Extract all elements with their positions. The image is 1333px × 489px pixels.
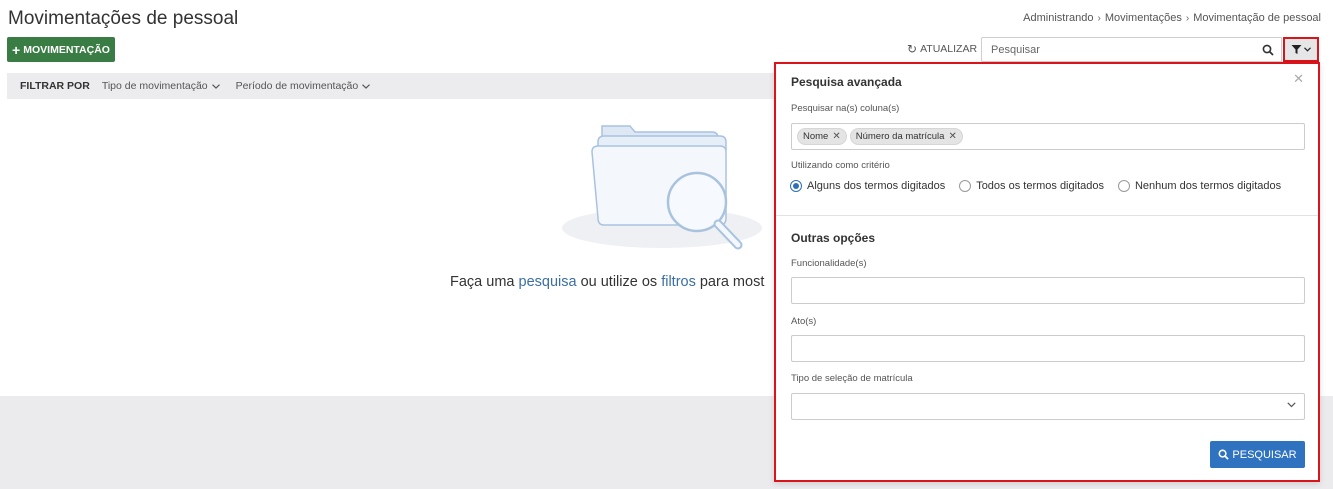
- remove-tag-icon[interactable]: ✕: [948, 131, 956, 142]
- movement-type-dropdown[interactable]: Tipo de movimentação: [102, 80, 220, 92]
- movement-type-label: Tipo de movimentação: [101, 80, 208, 92]
- criteria-option-label: Todos os termos digitados: [976, 180, 1104, 192]
- chevron-down-icon: [362, 83, 371, 89]
- breadcrumb-item-current: Movimentação de pessoal: [1193, 12, 1321, 24]
- submit-search-button[interactable]: PESQUISAR: [1210, 441, 1305, 468]
- page-title: Movimentações de pessoal: [8, 8, 239, 29]
- radio-unselected[interactable]: [1117, 180, 1130, 192]
- chevron-down-icon: [1287, 402, 1296, 408]
- remove-tag-icon[interactable]: ✕: [832, 131, 840, 142]
- registration-type-select[interactable]: [791, 393, 1305, 420]
- advanced-filter-toggle[interactable]: [1283, 37, 1319, 62]
- functionality-label: Funcionalidade(s): [791, 258, 867, 269]
- radio-unselected[interactable]: [959, 180, 972, 192]
- close-icon[interactable]: ✕: [1293, 71, 1304, 87]
- empty-text-middle: ou utilize os: [576, 274, 662, 290]
- empty-folder-illustration: [562, 125, 762, 250]
- act-label: Ato(s): [791, 316, 817, 327]
- filter-icon: [1291, 45, 1302, 54]
- column-tag-label: Número da matrícula: [855, 131, 945, 142]
- plus-icon: +: [12, 41, 21, 58]
- refresh-label: ATUALIZAR: [920, 43, 978, 55]
- empty-state-message: Faça uma pesquisa ou utilize os filtros …: [450, 274, 764, 290]
- criteria-option-none[interactable]: Nenhum dos termos digitados: [1117, 180, 1282, 192]
- criteria-option-some[interactable]: Alguns dos termos digitados: [790, 180, 945, 192]
- section-divider: [776, 215, 1318, 216]
- search-link[interactable]: pesquisa: [519, 274, 577, 290]
- movement-period-label: Período de movimentação: [235, 80, 359, 92]
- page: Movimentações de pessoal Administrando ›…: [0, 0, 1333, 489]
- criteria-option-label: Nenhum dos termos digitados: [1134, 180, 1282, 192]
- empty-text-before: Faça uma: [450, 274, 519, 290]
- criteria-radio-group: Alguns dos termos digitados Todos os ter…: [790, 180, 1281, 192]
- columns-tag-input[interactable]: Nome ✕ Número da matrícula ✕: [791, 123, 1305, 150]
- movement-period-dropdown[interactable]: Período de movimentação: [236, 80, 371, 92]
- search-icon: [1262, 44, 1274, 56]
- radio-selected[interactable]: [790, 180, 802, 192]
- criteria-option-label: Alguns dos termos digitados: [807, 180, 946, 192]
- filters-link[interactable]: filtros: [661, 274, 696, 290]
- chevron-right-icon: ›: [1185, 12, 1190, 24]
- other-options-title: Outras opções: [791, 231, 876, 245]
- chevron-right-icon: ›: [1097, 12, 1101, 24]
- empty-text-after: para most: [695, 274, 765, 290]
- column-tag-nome: Nome ✕: [797, 128, 847, 145]
- search-icon: [1218, 449, 1230, 460]
- functionality-input[interactable]: [791, 277, 1305, 304]
- filter-bar-label: FILTRAR POR: [20, 80, 90, 92]
- column-tag-matricula: Número da matrícula ✕: [849, 128, 963, 145]
- columns-label: Pesquisar na(s) coluna(s): [791, 103, 900, 114]
- new-movement-label: MOVIMENTAÇÃO: [23, 43, 110, 56]
- refresh-icon: ↻: [907, 42, 918, 56]
- new-movement-button[interactable]: + MOVIMENTAÇÃO: [7, 37, 115, 62]
- criteria-label: Utilizando como critério: [791, 160, 890, 171]
- registration-type-label: Tipo de seleção de matrícula: [791, 373, 913, 384]
- chevron-down-icon: [211, 83, 220, 89]
- refresh-button[interactable]: ↻ ATUALIZAR: [907, 42, 977, 56]
- criteria-option-all[interactable]: Todos os termos digitados: [959, 180, 1104, 192]
- breadcrumb: Administrando › Movimentações › Moviment…: [1023, 12, 1321, 24]
- breadcrumb-item-administrando[interactable]: Administrando: [1023, 12, 1093, 24]
- advanced-search-title: Pesquisa avançada: [791, 75, 902, 89]
- chevron-down-icon: [1304, 47, 1311, 52]
- breadcrumb-item-movimentacoes[interactable]: Movimentações: [1105, 12, 1182, 24]
- search-input[interactable]: [981, 37, 1255, 62]
- advanced-search-panel: ✕ Pesquisa avançada Pesquisar na(s) colu…: [774, 62, 1320, 482]
- submit-search-label: PESQUISAR: [1232, 448, 1297, 461]
- act-input[interactable]: [791, 335, 1305, 362]
- search-button[interactable]: [1254, 37, 1282, 62]
- column-tag-label: Nome: [803, 131, 829, 142]
